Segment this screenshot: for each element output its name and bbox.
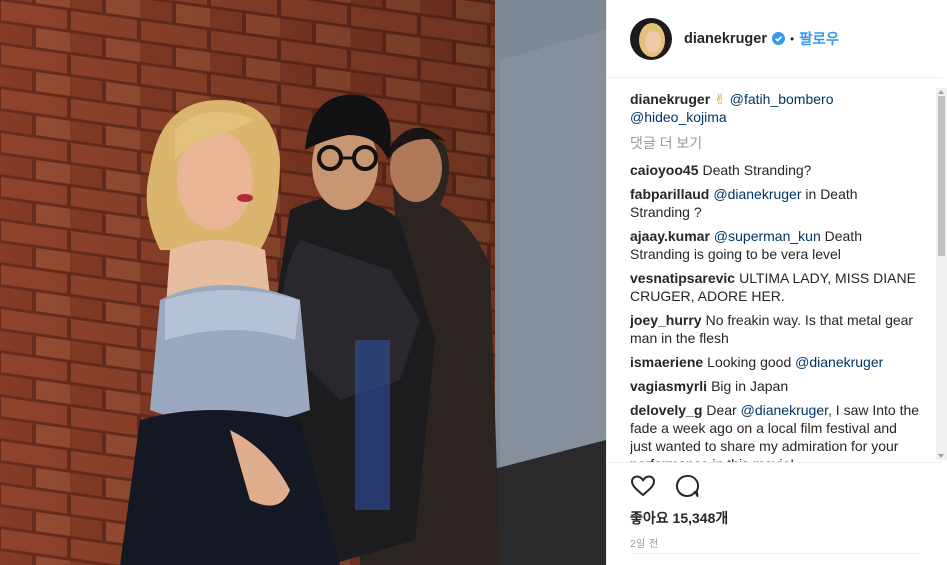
comment-username[interactable]: ajaay.kumar <box>630 228 710 244</box>
comment-item: fabparillaud @dianekruger in Death Strand… <box>630 185 920 221</box>
separator-dot: • <box>790 31 795 46</box>
post-timestamp[interactable]: 2일 전 <box>630 535 659 550</box>
divider <box>630 553 920 554</box>
comment-item: ajaay.kumar @superman_kun Death Stranding… <box>630 227 920 263</box>
comment-text: Big in Japan <box>711 378 789 394</box>
comment-username[interactable]: delovely_g <box>630 402 702 418</box>
post-side-panel: dianekruger • 팔로우 dianekruger ✌ @fatih_bo… <box>606 0 947 565</box>
comment-username[interactable]: joey_hurry <box>630 312 702 328</box>
comments-list[interactable]: dianekruger ✌ @fatih_bombero @hideo_kojim… <box>630 90 920 462</box>
scroll-down-arrow-icon[interactable] <box>938 454 944 458</box>
comment-item: ismaeriene Looking good @dianekruger <box>630 353 920 371</box>
scrollbar-thumb[interactable] <box>938 96 945 256</box>
comment-item: vagiasmyrli Big in Japan <box>630 377 920 395</box>
comment-item: caioyoo45 Death Stranding? <box>630 161 920 179</box>
post-header: dianekruger • 팔로우 <box>607 0 942 78</box>
comment-item: vesnatipsarevic ULTIMA LADY, MISS DIANE C… <box>630 269 920 305</box>
post-actions: 좋아요 15,348개 2일 전 <box>607 462 942 565</box>
comment-mention[interactable]: @superman_kun <box>714 228 821 244</box>
author-username[interactable]: dianekruger <box>684 31 767 47</box>
load-more-comments-button[interactable]: 댓글 더 보기 <box>630 134 920 152</box>
avatar[interactable] <box>630 17 672 60</box>
comment-item: delovely_g Dear @dianekruger, I saw Into … <box>630 401 920 462</box>
comment-username[interactable]: ismaeriene <box>630 354 703 370</box>
verified-badge-icon <box>772 32 785 45</box>
victory-hand-emoji: ✌ <box>714 91 726 107</box>
post-photo[interactable] <box>0 0 606 565</box>
scroll-up-arrow-icon[interactable] <box>938 90 944 94</box>
photo-image <box>0 0 606 565</box>
caption-mention[interactable]: @hideo_kojima <box>630 109 727 125</box>
comment-mention[interactable]: @dianekruger <box>795 354 883 370</box>
comment-username[interactable]: caioyoo45 <box>630 162 698 178</box>
comment-username[interactable]: vagiasmyrli <box>630 378 707 394</box>
comment-mention[interactable]: @dianekruger <box>713 186 801 202</box>
caption: dianekruger ✌ @fatih_bombero @hideo_kojim… <box>630 90 920 126</box>
comment-item: joey_hurry No freakin way. Is that metal … <box>630 311 920 347</box>
comment-username[interactable]: vesnatipsarevic <box>630 270 735 286</box>
caption-username[interactable]: dianekruger <box>630 91 710 107</box>
comment-mention[interactable]: @dianekruger <box>741 402 828 418</box>
comment-username[interactable]: fabparillaud <box>630 186 709 202</box>
comment-text: Dear <box>706 402 737 418</box>
comment-text: Looking good <box>707 354 792 370</box>
follow-button[interactable]: 팔로우 <box>799 28 839 49</box>
likes-count[interactable]: 좋아요 15,348개 <box>630 508 728 528</box>
caption-mention[interactable]: @fatih_bombero <box>730 91 834 107</box>
heart-outline-icon[interactable] <box>630 473 656 499</box>
comment-text: Death Stranding? <box>702 162 812 178</box>
comments-scrollbar[interactable] <box>936 88 947 460</box>
speech-bubble-icon[interactable] <box>674 473 700 499</box>
